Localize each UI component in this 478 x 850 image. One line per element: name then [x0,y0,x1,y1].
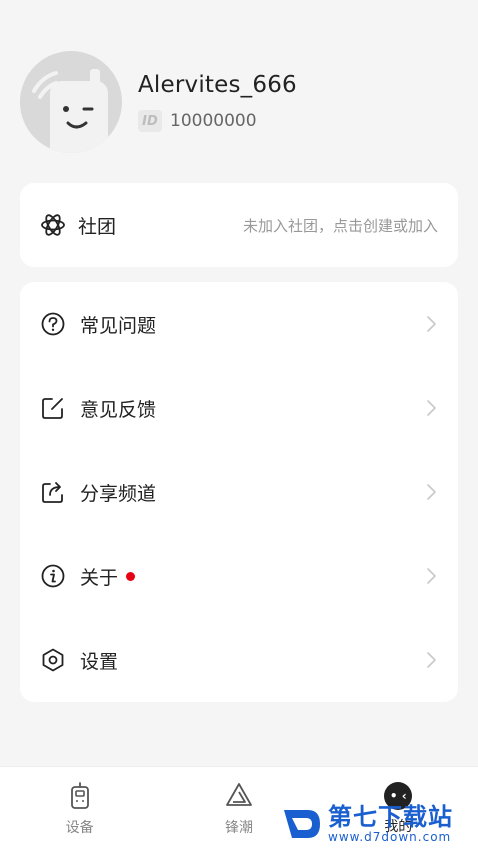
tab-label-trends: 锋潮 [224,820,253,836]
walkie-talkie-avatar-icon [32,69,108,153]
watermark-title: 第七下载站 [328,803,453,831]
user-id-row: ID 10000000 [138,110,297,132]
tab-label-devices: 设备 [65,820,94,836]
watermark: 第七下载站 www.d7down.com [280,800,476,848]
watermark-text: 第七下载站 www.d7down.com [328,804,453,844]
watermark-url: www.d7down.com [328,830,452,844]
settings-hexagon-icon [42,648,64,672]
menu-card: 常见问题 意见反馈 分享频道 关于 设置 [20,282,458,702]
edit-note-icon [42,398,63,419]
menu-label-settings: 设置 [80,650,119,673]
menu-label-feedback: 意见反馈 [80,398,157,421]
club-card[interactable]: 社团 未加入社团，点击创建或加入 [20,183,458,267]
profile-header[interactable]: Alervites_666 ID 10000000 [20,50,458,154]
menu-label-about: 关于 [80,566,119,589]
username: Alervites_666 [138,72,297,98]
new-badge-dot [126,571,136,581]
menu-item-share[interactable]: 分享频道 [20,450,458,534]
club-label: 社团 [78,215,117,238]
triangle-logo-icon [226,783,252,806]
profile-info: Alervites_666 ID 10000000 [138,72,297,132]
tab-devices[interactable]: 设备 [0,767,159,850]
user-id: 10000000 [170,111,257,131]
info-circle-icon [41,564,65,588]
menu-item-about[interactable]: 关于 [20,534,458,618]
menu-label-faq: 常见问题 [80,314,157,337]
chevron-right-icon [427,484,436,500]
watermark-logo-icon [284,810,320,838]
club-hint: 未加入社团，点击创建或加入 [242,216,438,235]
share-icon [42,482,63,503]
menu-item-settings[interactable]: 设置 [20,618,458,702]
chevron-right-icon [427,652,436,668]
chevron-right-icon [427,568,436,584]
question-circle-icon [41,312,65,336]
chevron-right-icon [427,400,436,416]
menu-item-faq[interactable]: 常见问题 [20,282,458,366]
id-badge: ID [138,110,162,132]
menu-item-feedback[interactable]: 意见反馈 [20,366,458,450]
chevron-right-icon [427,316,436,332]
avatar[interactable] [20,51,122,153]
walkie-talkie-icon [70,782,89,809]
atom-icon [41,214,65,236]
menu-label-share: 分享频道 [80,482,157,505]
